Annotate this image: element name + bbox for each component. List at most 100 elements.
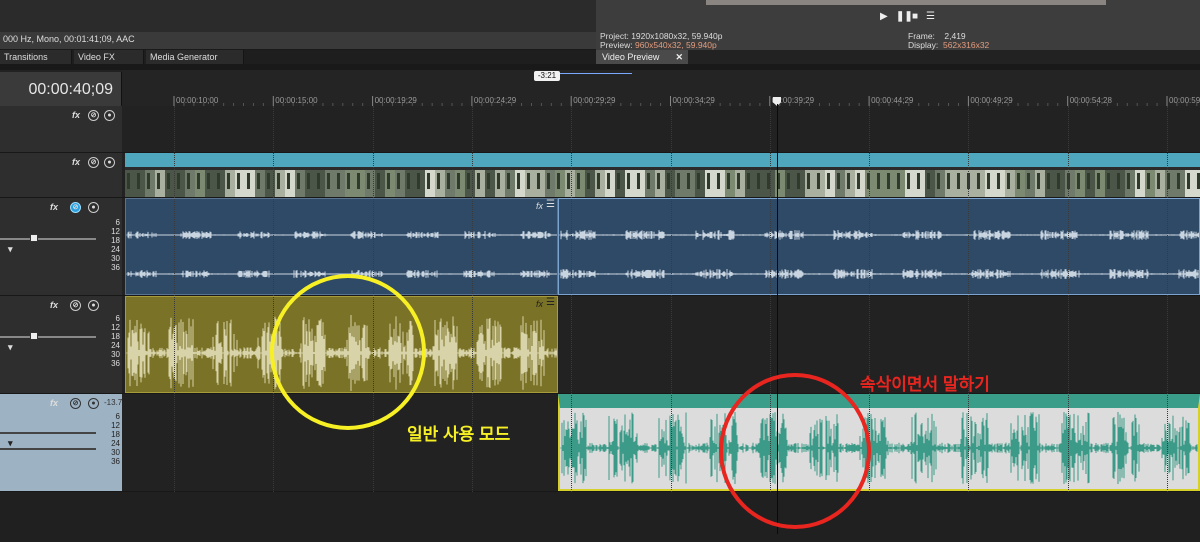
audio-track-lane-1[interactable]: fx ☰ bbox=[122, 198, 1200, 296]
film-detail bbox=[1007, 173, 1010, 189]
film-detail bbox=[597, 173, 600, 189]
film-detail bbox=[1097, 173, 1100, 189]
film-detail bbox=[347, 173, 350, 189]
film-detail bbox=[1137, 173, 1140, 189]
film-detail bbox=[737, 173, 740, 189]
film-detail bbox=[407, 173, 410, 189]
timecode-display[interactable]: 00:00:40;09 bbox=[0, 72, 122, 106]
clip-menu-icon[interactable]: ☰ bbox=[546, 199, 555, 210]
solo-icon[interactable]: ● bbox=[104, 110, 115, 121]
solo-icon[interactable]: ● bbox=[88, 300, 99, 311]
tab-video-fx[interactable]: Video FX bbox=[74, 50, 144, 64]
display-info: Display: 562x316x32 bbox=[908, 40, 990, 50]
film-detail bbox=[1077, 173, 1080, 189]
pause-icon[interactable]: ❚❚ bbox=[896, 11, 913, 22]
tab-media-generator[interactable]: Media Generator bbox=[146, 50, 244, 64]
film-detail bbox=[807, 173, 810, 189]
fx-icon[interactable]: fx bbox=[72, 110, 80, 120]
volume-knob[interactable] bbox=[30, 332, 38, 340]
media-info-bar: 000 Hz, Mono, 00:01:41;09, AAC bbox=[0, 32, 596, 50]
grid-line bbox=[1067, 106, 1069, 492]
film-detail bbox=[607, 173, 610, 189]
grid-line bbox=[670, 106, 672, 492]
film-detail bbox=[237, 173, 240, 189]
video-track-lane-1[interactable] bbox=[122, 106, 1200, 153]
film-detail bbox=[1017, 173, 1020, 189]
volume-slider[interactable] bbox=[0, 432, 96, 434]
fx-icon[interactable]: fx bbox=[50, 300, 58, 310]
solo-icon[interactable]: ● bbox=[88, 202, 99, 213]
film-detail bbox=[797, 173, 800, 189]
tab-transitions[interactable]: Transitions bbox=[0, 50, 72, 64]
clip-fx-icon[interactable]: fx bbox=[536, 201, 543, 211]
fx-icon[interactable]: fx bbox=[50, 398, 58, 408]
film-detail bbox=[177, 173, 180, 189]
film-detail bbox=[617, 173, 620, 189]
grid-line bbox=[1167, 106, 1168, 492]
film-detail bbox=[447, 173, 450, 189]
close-icon[interactable]: ✕ bbox=[675, 50, 683, 64]
film-detail bbox=[1147, 173, 1150, 189]
film-detail bbox=[227, 173, 230, 189]
film-detail bbox=[627, 173, 630, 189]
chevron-down-icon[interactable]: ▾ bbox=[8, 438, 13, 449]
film-detail bbox=[127, 173, 130, 189]
film-detail bbox=[217, 173, 220, 189]
film-detail bbox=[1047, 173, 1050, 189]
menu-icon[interactable]: ☰ bbox=[926, 11, 935, 22]
volume-slider[interactable] bbox=[0, 238, 96, 240]
mute-icon[interactable]: ⊘ bbox=[88, 110, 99, 121]
clip-menu-icon[interactable]: ☰ bbox=[546, 297, 555, 308]
volume-knob[interactable] bbox=[30, 234, 38, 242]
film-detail bbox=[717, 173, 720, 189]
mute-icon[interactable]: ⊘ bbox=[70, 398, 81, 409]
film-detail bbox=[317, 173, 320, 189]
loop-region-marker[interactable]: -3:21 bbox=[534, 71, 560, 81]
ruler-label: 00:00:49;29 bbox=[970, 96, 1013, 105]
film-detail bbox=[327, 173, 330, 189]
audio-track-header-1[interactable]: fx ⊘ ● ▾ 6 12 18 24 30 36 bbox=[0, 198, 122, 296]
clip-fx-icon[interactable]: fx bbox=[536, 299, 543, 309]
volume-slider[interactable] bbox=[0, 336, 96, 338]
audio-track-lane-3[interactable] bbox=[122, 394, 1200, 492]
fx-icon[interactable]: fx bbox=[50, 202, 58, 212]
film-detail bbox=[937, 173, 940, 189]
mute-icon[interactable]: ⊘ bbox=[70, 300, 81, 311]
film-detail bbox=[257, 173, 260, 189]
stop-icon[interactable]: ■ bbox=[912, 11, 918, 22]
film-detail bbox=[637, 173, 640, 189]
film-detail bbox=[957, 173, 960, 189]
film-detail bbox=[367, 173, 370, 189]
film-detail bbox=[167, 173, 170, 189]
film-detail bbox=[337, 173, 340, 189]
fx-icon[interactable]: fx bbox=[72, 157, 80, 167]
film-detail bbox=[1157, 173, 1160, 189]
film-detail bbox=[137, 173, 140, 189]
video-clip[interactable] bbox=[125, 153, 1200, 197]
film-detail bbox=[857, 173, 860, 189]
video-track-header-2[interactable]: fx ⊘ ● bbox=[0, 153, 122, 198]
video-track-lane-2[interactable] bbox=[122, 153, 1200, 198]
loop-region-bar[interactable] bbox=[560, 73, 632, 74]
video-track-header-1[interactable]: fx ⊘ ● bbox=[0, 106, 122, 153]
audio-clip-1b[interactable] bbox=[558, 198, 1200, 295]
play-icon[interactable]: ▶ bbox=[880, 11, 888, 22]
film-detail bbox=[507, 173, 510, 189]
pan-slider[interactable] bbox=[0, 448, 96, 450]
chevron-down-icon[interactable]: ▾ bbox=[8, 244, 13, 255]
video-preview-tab[interactable]: Video Preview ✕ bbox=[596, 50, 688, 64]
chevron-down-icon[interactable]: ▾ bbox=[8, 342, 13, 353]
window-tabs: Transitions Video FX Media Generator bbox=[0, 50, 596, 64]
audio-track-header-3[interactable]: fx ⊘ ● -13.7 ▾ 6 12 18 24 30 36 bbox=[0, 394, 122, 492]
solo-icon[interactable]: ● bbox=[104, 157, 115, 168]
film-detail bbox=[987, 173, 990, 189]
mute-icon[interactable]: ⊘ bbox=[70, 202, 81, 213]
film-detail bbox=[187, 173, 190, 189]
film-detail bbox=[457, 173, 460, 189]
solo-icon[interactable]: ● bbox=[88, 398, 99, 409]
audio-clip-3[interactable] bbox=[558, 394, 1200, 491]
ruler-label: 00:00:19;29 bbox=[374, 96, 417, 105]
mute-icon[interactable]: ⊘ bbox=[88, 157, 99, 168]
film-detail bbox=[247, 173, 250, 189]
audio-track-header-2[interactable]: fx ⊘ ● ▾ 6 12 18 24 30 36 bbox=[0, 296, 122, 394]
